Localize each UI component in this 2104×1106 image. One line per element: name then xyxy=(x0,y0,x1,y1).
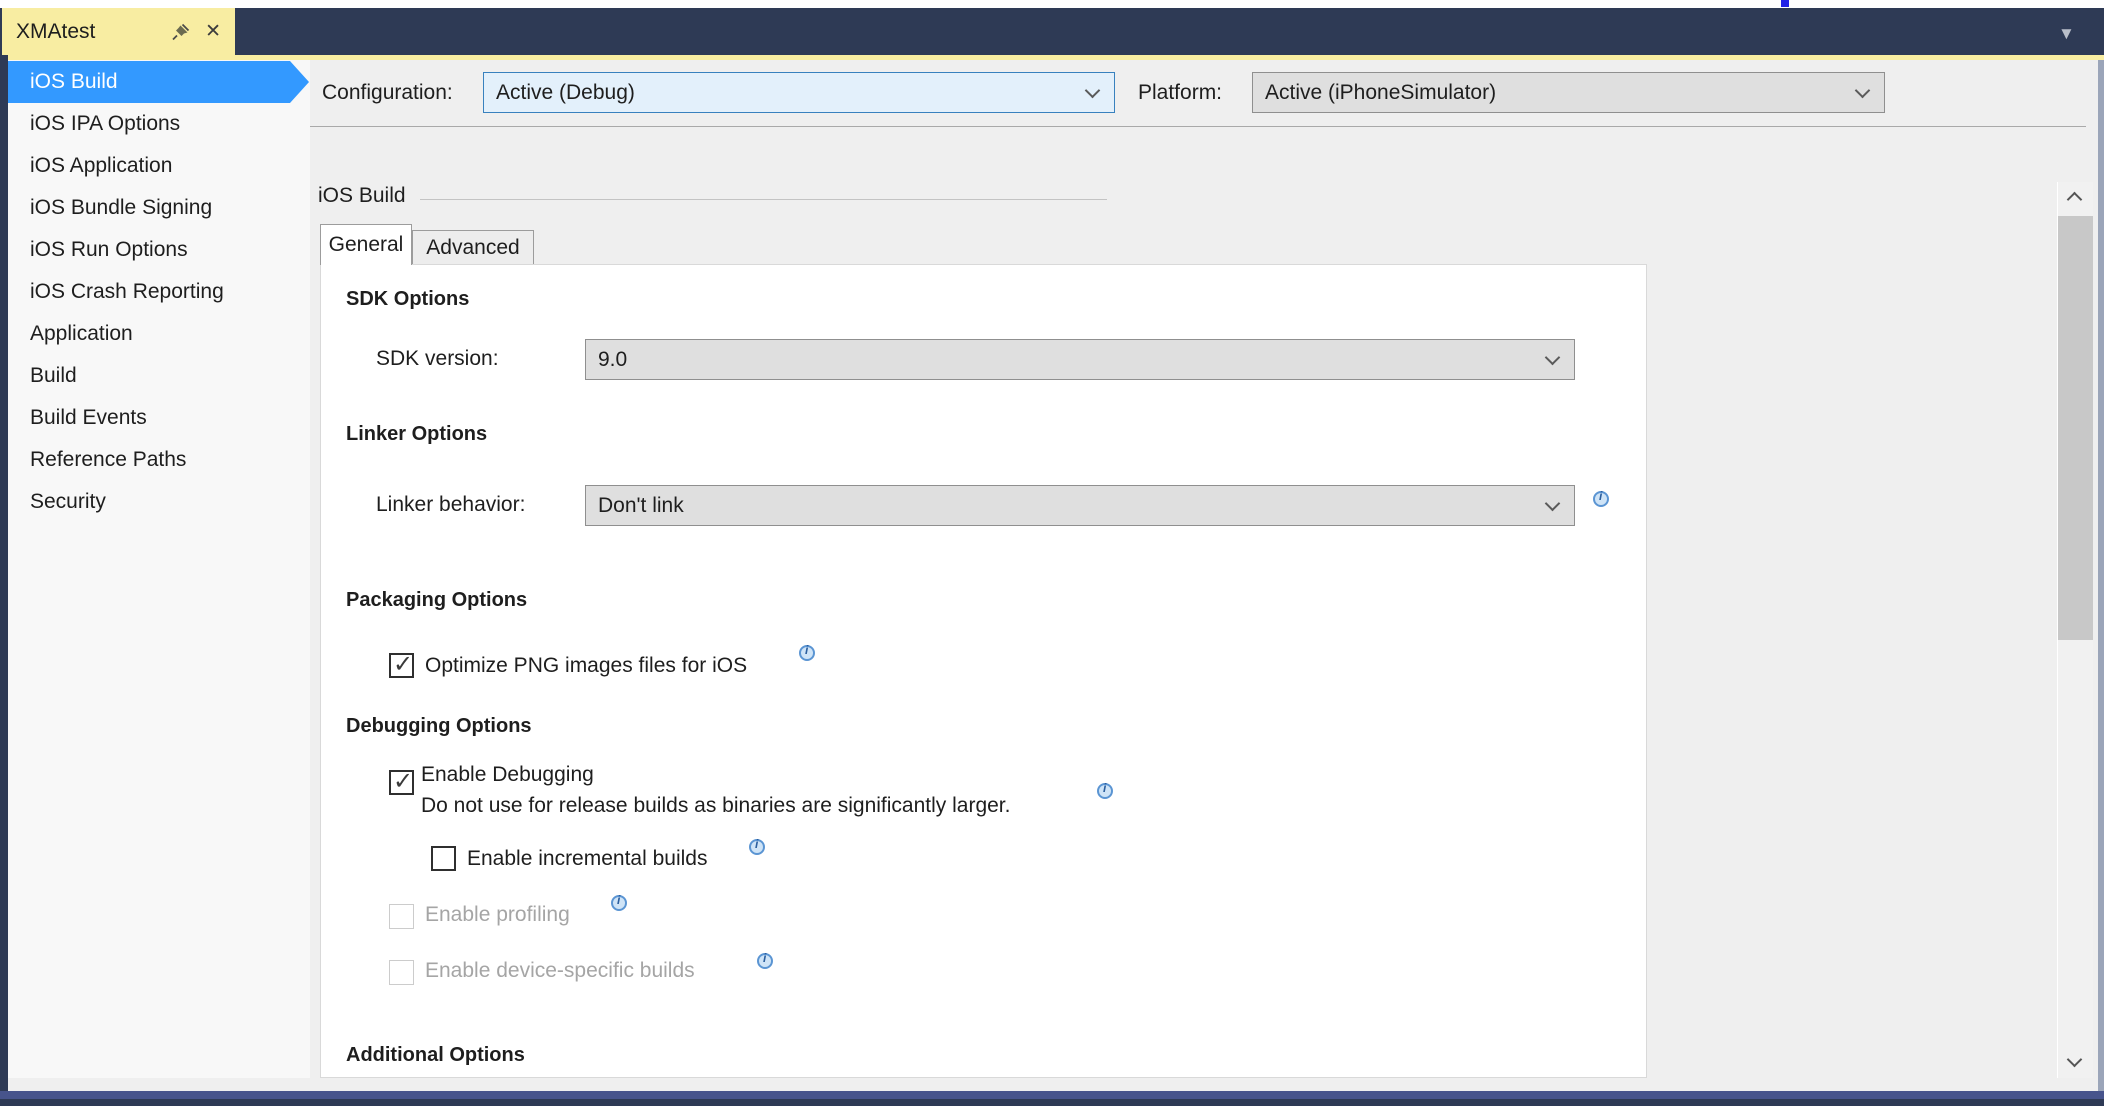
linker-behavior-label: Linker behavior: xyxy=(376,493,525,517)
chevron-down-icon xyxy=(1085,83,1101,99)
chevron-down-icon xyxy=(1545,350,1561,366)
optimize-png-info-icon[interactable] xyxy=(799,645,815,661)
scroll-up-button[interactable] xyxy=(2057,182,2093,214)
device-specific-builds-info-icon[interactable] xyxy=(757,953,773,969)
configuration-label: Configuration: xyxy=(322,78,453,108)
incremental-builds-checkbox[interactable] xyxy=(431,846,456,871)
pin-icon[interactable] xyxy=(171,22,191,42)
sdk-version-value: 9.0 xyxy=(598,348,627,372)
device-specific-builds-label: Enable device-specific builds xyxy=(425,959,695,983)
enable-debugging-label-line2: Do not use for release builds as binarie… xyxy=(421,794,1010,817)
linker-behavior-value: Don't link xyxy=(598,494,684,518)
optimize-png-checkbox[interactable] xyxy=(389,653,414,678)
platform-value: Active (iPhoneSimulator) xyxy=(1265,81,1496,105)
close-icon[interactable]: ✕ xyxy=(205,22,221,42)
group-title-rule xyxy=(420,199,1107,200)
linker-options-title: Linker Options xyxy=(346,423,487,446)
device-specific-builds-checkbox[interactable] xyxy=(389,960,414,985)
enable-debugging-checkbox[interactable] xyxy=(389,770,414,795)
sidebar-item-ios-ipa-options[interactable]: iOS IPA Options xyxy=(8,103,290,145)
sdk-version-label: SDK version: xyxy=(376,347,499,371)
tab-advanced[interactable]: Advanced xyxy=(412,230,534,265)
window-bottom-edge xyxy=(0,1099,2104,1106)
group-title: iOS Build xyxy=(318,184,406,208)
chevron-down-icon xyxy=(1545,496,1561,512)
chevron-down-icon xyxy=(2067,1052,2083,1068)
enable-profiling-label: Enable profiling xyxy=(425,903,570,927)
configuration-value: Active (Debug) xyxy=(496,81,635,105)
chevron-down-icon xyxy=(1855,83,1871,99)
document-tab-xmatest[interactable]: XMAtest ✕ xyxy=(2,8,235,55)
linker-behavior-select[interactable]: Don't link xyxy=(585,485,1575,526)
enable-profiling-checkbox[interactable] xyxy=(389,904,414,929)
sidebar-item-reference-paths[interactable]: Reference Paths xyxy=(8,439,290,481)
sidebar-item-ios-build[interactable]: iOS Build xyxy=(8,61,290,103)
sidebar-item-application[interactable]: Application xyxy=(8,313,290,355)
platform-label: Platform: xyxy=(1138,78,1222,108)
cursor-mark xyxy=(1781,0,1789,7)
sidebar-item-security[interactable]: Security xyxy=(8,481,290,523)
document-tab-strip xyxy=(0,8,2104,55)
incremental-builds-info-icon[interactable] xyxy=(749,839,765,855)
configuration-select[interactable]: Active (Debug) xyxy=(483,72,1115,113)
scrollbar-thumb[interactable] xyxy=(2058,216,2093,640)
sidebar-item-build-events[interactable]: Build Events xyxy=(8,397,290,439)
sidebar-item-ios-bundle-signing[interactable]: iOS Bundle Signing xyxy=(8,187,290,229)
sidebar-item-ios-application[interactable]: iOS Application xyxy=(8,145,290,187)
project-properties-window: XMAtest ✕ ▼ iOS Build iOS IPA Options iO… xyxy=(0,0,2104,1106)
sidebar-item-build[interactable]: Build xyxy=(8,355,290,397)
window-right-border xyxy=(2098,60,2104,1091)
scroll-down-button[interactable] xyxy=(2057,1046,2093,1078)
debugging-options-title: Debugging Options xyxy=(346,715,532,738)
enable-debugging-label-line1: Enable Debugging xyxy=(421,763,594,786)
incremental-builds-label: Enable incremental builds xyxy=(467,847,707,871)
sidebar-item-ios-run-options[interactable]: iOS Run Options xyxy=(8,229,290,271)
tab-general[interactable]: General xyxy=(320,224,412,265)
tab-list-dropdown-icon[interactable]: ▼ xyxy=(2058,24,2075,44)
optimize-png-label: Optimize PNG images files for iOS xyxy=(425,654,747,678)
enable-debugging-label: Enable Debugging Do not use for release … xyxy=(421,759,1010,821)
platform-select[interactable]: Active (iPhoneSimulator) xyxy=(1252,72,1885,113)
chevron-up-icon xyxy=(2067,192,2083,208)
enable-profiling-info-icon[interactable] xyxy=(611,895,627,911)
general-tab-page: SDK Options SDK version: 9.0 Linker Opti… xyxy=(320,264,1647,1078)
window-left-border xyxy=(0,55,8,1106)
document-tab-title: XMAtest xyxy=(16,20,157,44)
sdk-options-title: SDK Options xyxy=(346,288,469,311)
property-pages-sidebar: iOS Build iOS IPA Options iOS Applicatio… xyxy=(8,60,310,1078)
linker-behavior-info-icon[interactable] xyxy=(1593,491,1609,507)
sidebar-item-ios-crash-reporting[interactable]: iOS Crash Reporting xyxy=(8,271,290,313)
enable-debugging-info-icon[interactable] xyxy=(1097,783,1113,799)
sdk-version-select[interactable]: 9.0 xyxy=(585,339,1575,380)
window-bottom-border xyxy=(0,1091,2104,1099)
config-separator xyxy=(310,126,2086,127)
packaging-options-title: Packaging Options xyxy=(346,589,527,612)
additional-options-title: Additional Options xyxy=(346,1044,525,1067)
active-tab-underline xyxy=(0,55,2104,60)
